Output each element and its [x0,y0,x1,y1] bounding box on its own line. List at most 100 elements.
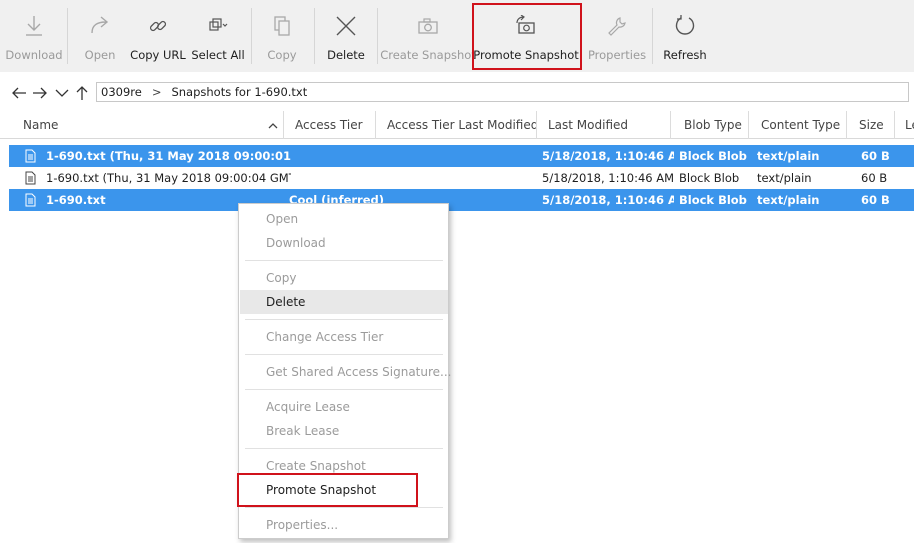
delete-label: Delete [327,48,365,62]
open-arrow-icon [87,13,113,39]
row-name: 1-690.txt (Thu, 31 May 2018 09:00:04 GMT… [46,171,291,185]
chevron-down-icon[interactable] [53,84,71,102]
open-label: Open [84,48,116,62]
download-button[interactable]: Download [5,0,63,72]
wrench-icon [604,13,630,39]
column-last-modified-label: Last Modified [548,118,629,132]
row-name: 1-690.txt (Thu, 31 May 2018 09:00:01 GMT… [46,149,291,163]
select-all-icon [205,13,231,39]
column-header-content-type[interactable]: Content Type [750,111,846,139]
menu-item-open[interactable]: Open [240,207,448,231]
copy-icon [269,13,295,39]
back-arrow-icon[interactable] [10,84,28,102]
menu-item-copy[interactable]: Copy [240,266,448,290]
refresh-label: Refresh [663,48,707,62]
address-bar[interactable]: 0309re > Snapshots for 1-690.txt [96,82,909,102]
row-content-type: text/plain [757,193,820,207]
copy-url-label: Copy URL [130,48,186,62]
menu-item-acquire-lease[interactable]: Acquire Lease [240,395,448,419]
menu-item-properties[interactable]: Properties... [240,513,448,537]
column-header-access-tier[interactable]: Access Tier [284,111,375,139]
menu-divider [245,389,443,390]
row-blob-type: Block Blob [679,193,747,207]
row-last-modified: 5/18/2018, 1:10:46 AM [542,193,674,207]
download-icon [21,13,47,39]
forward-arrow-icon[interactable] [31,84,49,102]
file-icon [25,171,36,185]
menu-item-delete[interactable]: Delete [240,290,448,314]
menu-divider [245,448,443,449]
row-last-modified: 5/18/2018, 1:10:46 AM [542,171,674,185]
row-access-tier [289,145,379,167]
menu-item-break-lease[interactable]: Break Lease [240,419,448,443]
column-header-blob-type[interactable]: Blob Type [673,111,748,139]
column-blob-type-label: Blob Type [684,118,742,132]
delete-x-icon [333,13,359,39]
menu-divider [245,507,443,508]
copy-button[interactable]: Copy [262,0,302,72]
menu-item-download[interactable]: Download [240,231,448,255]
breadcrumb-separator: > [151,85,162,99]
select-all-button[interactable]: Select All [191,0,245,72]
table-header: Name Access Tier Access Tier Last Modifi… [0,111,914,139]
menu-divider [245,354,443,355]
row-blob-type: Block Blob [679,171,740,185]
column-header-lease[interactable]: Le [895,111,914,139]
download-label: Download [5,48,63,62]
menu-promote-highlight [237,473,418,507]
column-header-last-modified[interactable]: Last Modified [537,111,670,139]
column-header-access-tier-last-modified[interactable]: Access Tier Last Modified [376,111,536,139]
file-icon [25,149,36,163]
column-header-size[interactable]: Size [848,111,893,139]
toolbar-divider [314,8,315,64]
toolbar-divider [251,8,252,64]
toolbar-divider [67,8,68,64]
column-header-name[interactable]: Name [12,111,282,139]
refresh-icon [672,13,698,39]
select-all-label: Select All [191,48,245,62]
menu-item-get-shared-access-signature[interactable]: Get Shared Access Signature... [240,360,452,384]
copy-label: Copy [267,48,297,62]
toolbar-promote-highlight [472,3,582,70]
breadcrumb-container[interactable]: 0309re [101,85,142,99]
row-last-modified: 5/18/2018, 1:10:46 AM [542,149,674,163]
column-divider[interactable] [846,111,847,139]
column-divider[interactable] [670,111,671,139]
column-access-tier-label: Access Tier [295,118,363,132]
create-snapshot-label: Create Snapshot [380,48,476,62]
properties-label: Properties [587,48,647,62]
row-blob-type: Block Blob [679,149,747,163]
properties-button[interactable]: Properties [587,0,647,72]
table-row[interactable]: 1-690.txt (Thu, 31 May 2018 09:00:01 GMT… [9,145,914,167]
column-name-label: Name [23,118,59,132]
row-size: 60 B [861,193,890,207]
row-content-type: text/plain [757,171,812,185]
file-icon [25,193,36,207]
link-icon [145,13,171,39]
create-snapshot-button[interactable]: Create Snapshot [380,0,476,72]
row-content-type: text/plain [757,149,820,163]
up-arrow-icon[interactable] [73,84,91,102]
column-content-type-label: Content Type [761,118,841,132]
menu-divider [245,260,443,261]
column-divider[interactable] [748,111,749,139]
breadcrumb-location[interactable]: Snapshots for 1-690.txt [171,85,307,99]
delete-button[interactable]: Delete [326,0,366,72]
camera-icon [415,13,441,39]
navigation-bar: 0309re > Snapshots for 1-690.txt [0,80,914,106]
copy-url-button[interactable]: Copy URL [130,0,186,72]
refresh-button[interactable]: Refresh [662,0,708,72]
row-size: 60 B [861,171,888,185]
open-button[interactable]: Open [78,0,122,72]
column-access-tier-last-modified-label: Access Tier Last Modified [387,118,536,132]
column-lease-label: Le [905,118,914,132]
table-row[interactable]: 1-690.txt (Thu, 31 May 2018 09:00:04 GMT… [9,167,914,189]
toolbar-divider [652,8,653,64]
table-row[interactable]: 1-690.txt Cool (inferred) 5/18/2018, 1:1… [9,189,914,211]
column-size-label: Size [859,118,884,132]
toolbar: Download Open Copy URL Select All Copy D… [0,0,914,72]
menu-divider [245,319,443,320]
row-size: 60 B [861,149,890,163]
menu-item-change-access-tier[interactable]: Change Access Tier [240,325,448,349]
row-access-tier [289,167,379,189]
